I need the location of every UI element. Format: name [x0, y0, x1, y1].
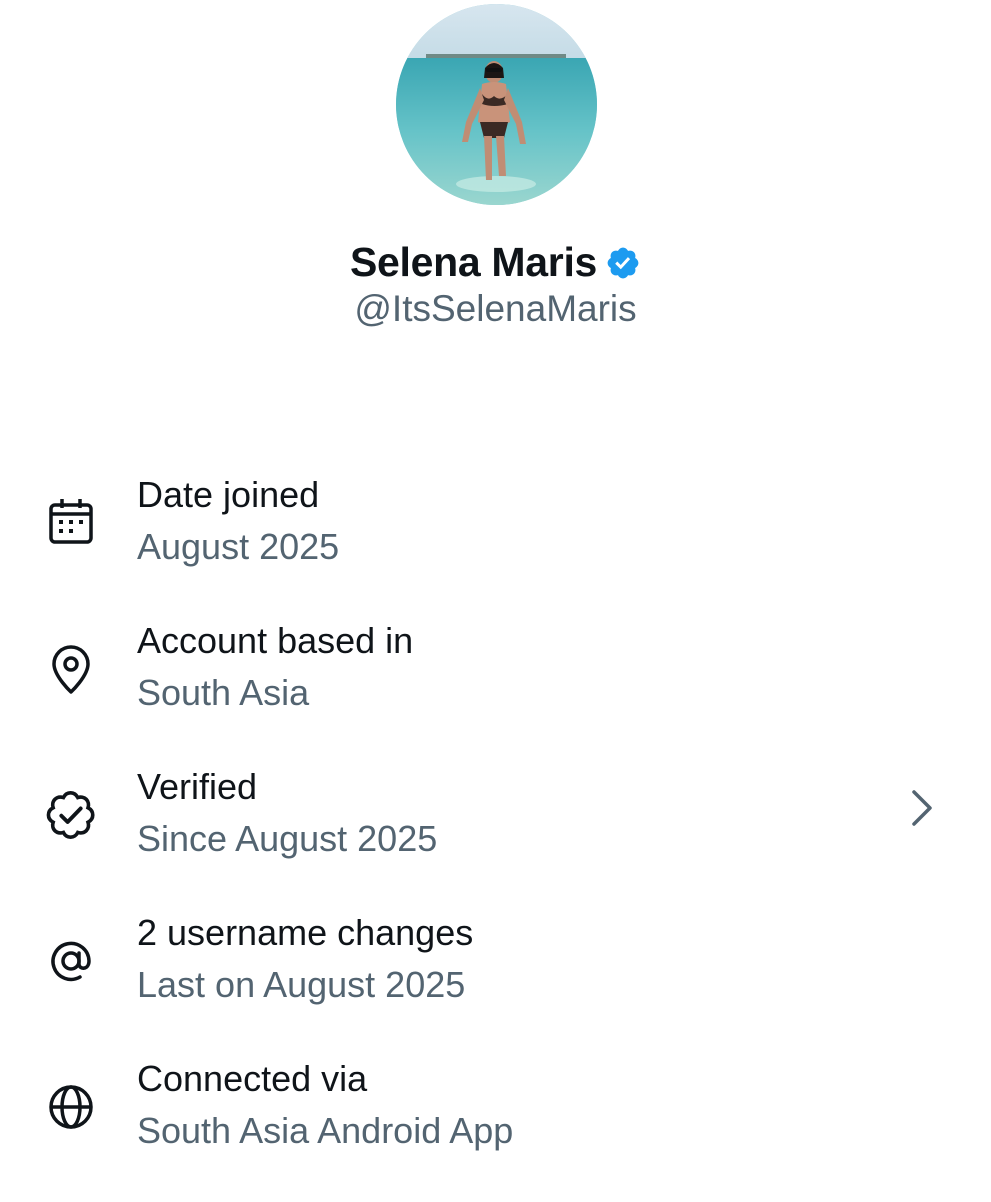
- profile-name-row: Selena Maris: [0, 236, 991, 288]
- info-value: August 2025: [137, 526, 340, 567]
- info-value: Since August 2025: [137, 818, 438, 859]
- info-label: Account based in: [137, 620, 414, 661]
- info-value: South Asia: [137, 672, 310, 713]
- calendar-icon: [42, 494, 100, 552]
- verified-outline-icon: [42, 786, 100, 844]
- info-value: South Asia Android App: [137, 1110, 514, 1151]
- info-row-username-changes: 2 username changes Last on August 2025: [0, 910, 991, 1056]
- account-info-list: Date joined August 2025 Account based in…: [0, 472, 991, 1202]
- info-value: Last on August 2025: [137, 964, 466, 1005]
- verified-badge-icon[interactable]: [605, 245, 641, 281]
- globe-icon: [42, 1078, 100, 1136]
- info-row-connected-via: Connected via South Asia Android App: [0, 1056, 991, 1202]
- location-pin-icon: [42, 640, 100, 698]
- info-label: Date joined: [137, 474, 320, 515]
- info-label: Connected via: [137, 1058, 368, 1099]
- profile-handle: @ItsSelenaMaris: [354, 288, 637, 329]
- info-row-date-joined: Date joined August 2025: [0, 472, 991, 618]
- info-label: Verified: [137, 766, 258, 807]
- display-name: Selena Maris: [349, 238, 598, 285]
- profile-avatar[interactable]: [396, 4, 597, 205]
- at-sign-icon: [42, 932, 100, 990]
- info-row-verified[interactable]: Verified Since August 2025: [0, 764, 991, 910]
- chevron-right-icon[interactable]: [900, 786, 944, 830]
- info-row-account-based-in: Account based in South Asia: [0, 618, 991, 764]
- info-label: 2 username changes: [137, 912, 474, 953]
- profile-photo-image: [396, 4, 597, 205]
